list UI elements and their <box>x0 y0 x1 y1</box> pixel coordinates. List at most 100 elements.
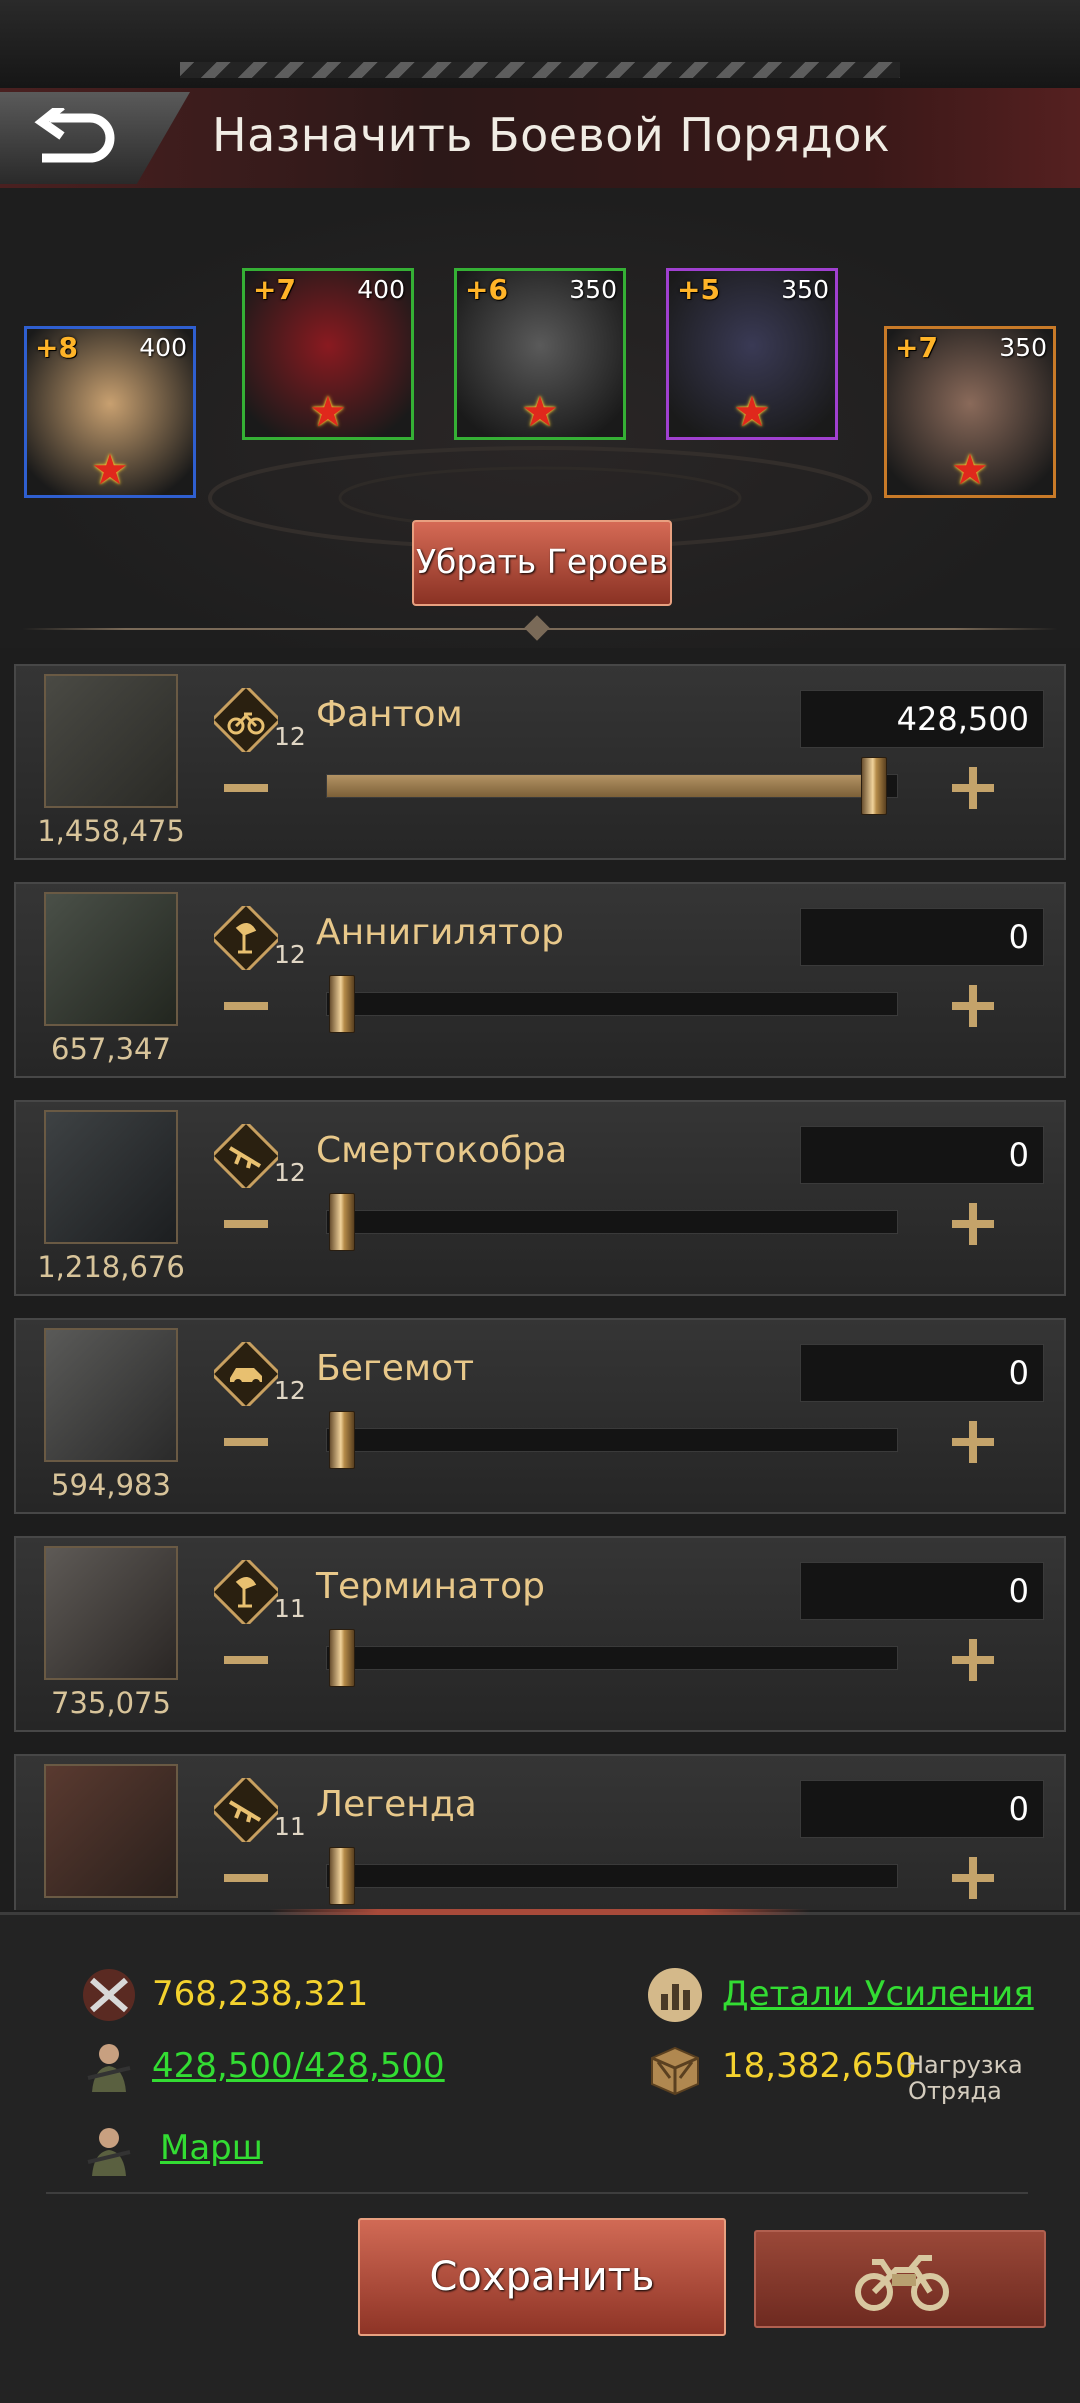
slider-fill <box>327 775 875 797</box>
decrease-button[interactable] <box>212 1190 282 1260</box>
decrease-button[interactable] <box>212 1626 282 1696</box>
hero-power: 400 <box>139 333 187 362</box>
bar-chart-icon <box>648 1968 702 2022</box>
troop-row-1: 1,458,475 12 Фантом 428,500 <box>14 664 1066 860</box>
decrease-button[interactable] <box>212 1844 282 1910</box>
troop-load-label-line1: Нагрузка <box>906 2051 1023 2079</box>
increase-button[interactable] <box>938 972 1008 1042</box>
troop-tier: 12 <box>274 1158 306 1187</box>
formation-preset-button[interactable] <box>754 2230 1046 2328</box>
star-icon: ★ <box>91 445 129 494</box>
troop-slider[interactable] <box>326 1193 898 1251</box>
troop-slider[interactable] <box>326 975 898 1033</box>
increase-button[interactable] <box>938 1190 1008 1260</box>
save-button[interactable]: Сохранить <box>358 2218 726 2336</box>
troop-portrait <box>44 1328 178 1462</box>
plus-icon-vertical <box>969 1203 977 1245</box>
slider-handle[interactable] <box>329 1411 355 1469</box>
hero-level: +5 <box>677 273 720 306</box>
car-icon <box>214 1342 278 1406</box>
troop-available: 657,347 <box>51 1032 171 1066</box>
march-link[interactable]: Марш <box>160 2128 263 2168</box>
divider <box>46 2192 1028 2194</box>
motorcycle-icon <box>214 688 278 752</box>
decrease-button[interactable] <box>212 754 282 824</box>
boost-details-link[interactable]: Детали Усиления <box>722 1974 1034 2014</box>
troop-name: Легенда <box>316 1784 477 1825</box>
minus-icon <box>224 1220 268 1228</box>
troop-quantity-input[interactable]: 0 <box>800 908 1044 966</box>
increase-button[interactable] <box>938 754 1008 824</box>
troop-row-3: 1,218,676 12 Смертокобра 0 <box>14 1100 1066 1296</box>
shovel-icon <box>214 906 278 970</box>
troop-slider[interactable] <box>326 1411 898 1469</box>
hero-slot-5[interactable]: +7 350 ★ <box>884 326 1056 498</box>
troop-slider[interactable] <box>326 757 898 815</box>
plus-icon-vertical <box>969 985 977 1027</box>
troop-available: 735,075 <box>51 1686 171 1720</box>
troop-row-5: 735,075 11 Терминатор 0 <box>14 1536 1066 1732</box>
troop-tier: 12 <box>274 722 306 751</box>
troop-available: 1,458,475 <box>37 814 185 848</box>
troop-slider[interactable] <box>326 1629 898 1687</box>
hero-level: +8 <box>35 331 78 364</box>
increase-button[interactable] <box>938 1844 1008 1910</box>
remove-heroes-button[interactable]: Убрать Героев <box>412 520 672 606</box>
hero-level: +6 <box>465 273 508 306</box>
troop-row-6: 11 Легенда 0 <box>14 1754 1066 1910</box>
hero-level: +7 <box>253 273 296 306</box>
troop-name: Терминатор <box>316 1566 545 1607</box>
troop-quantity-input[interactable]: 0 <box>800 1780 1044 1838</box>
slider-handle[interactable] <box>861 757 888 815</box>
troop-load-label-line2: Отряда <box>908 2077 1002 2105</box>
hero-slot-4[interactable]: +5 350 ★ <box>666 268 838 440</box>
increase-button[interactable] <box>938 1626 1008 1696</box>
troop-quantity-input[interactable]: 0 <box>800 1562 1044 1620</box>
soldier-icon <box>87 2128 131 2176</box>
rifle-icon <box>214 1778 278 1842</box>
troop-capacity-link[interactable]: 428,500/428,500 <box>152 2046 445 2086</box>
troop-portrait <box>44 1110 178 1244</box>
star-icon: ★ <box>309 387 347 436</box>
increase-button[interactable] <box>938 1408 1008 1478</box>
hero-power: 350 <box>569 275 617 304</box>
troop-portrait <box>44 1764 178 1898</box>
slider-handle[interactable] <box>329 1193 355 1251</box>
troop-list[interactable]: 1,458,475 12 Фантом 428,500 657,347 12 А… <box>0 660 1080 1910</box>
minus-icon <box>224 784 268 792</box>
hero-power: 350 <box>999 333 1047 362</box>
troop-tier: 12 <box>274 940 306 969</box>
troop-portrait <box>44 892 178 1026</box>
troop-portrait <box>44 674 178 808</box>
total-power: 768,238,321 <box>152 1974 369 2014</box>
troop-quantity-input[interactable]: 428,500 <box>800 690 1044 748</box>
troop-quantity-input[interactable]: 0 <box>800 1126 1044 1184</box>
slider-handle[interactable] <box>329 1847 355 1905</box>
decrease-button[interactable] <box>212 1408 282 1478</box>
troop-name: Бегемот <box>316 1348 475 1389</box>
top-frame <box>0 0 1080 90</box>
troop-slider[interactable] <box>326 1847 898 1905</box>
troop-row-2: 657,347 12 Аннигилятор 0 <box>14 882 1066 1078</box>
minus-icon <box>224 1874 268 1882</box>
supply-crate-icon <box>651 2046 699 2096</box>
motorcycle-icon <box>855 2255 949 2311</box>
crossed-guns-icon <box>83 1969 135 2021</box>
troop-load-value: 18,382,650 <box>722 2046 917 2086</box>
plus-icon-vertical <box>969 767 977 809</box>
star-icon: ★ <box>521 387 559 436</box>
slider-handle[interactable] <box>329 975 355 1033</box>
troop-quantity-input[interactable]: 0 <box>800 1344 1044 1402</box>
soldier-icon <box>87 2044 131 2092</box>
troop-tier: 11 <box>274 1594 306 1623</box>
decrease-button[interactable] <box>212 972 282 1042</box>
troop-row-4: 594,983 12 Бегемот 0 <box>14 1318 1066 1514</box>
troop-name: Смертокобра <box>316 1130 568 1171</box>
hero-slot-2[interactable]: +7 400 ★ <box>242 268 414 440</box>
hero-slot-3[interactable]: +6 350 ★ <box>454 268 626 440</box>
star-icon: ★ <box>951 445 989 494</box>
hero-slot-1[interactable]: +8 400 ★ <box>24 326 196 498</box>
slider-handle[interactable] <box>329 1629 355 1687</box>
minus-icon <box>224 1438 268 1446</box>
plus-icon-vertical <box>969 1857 977 1899</box>
